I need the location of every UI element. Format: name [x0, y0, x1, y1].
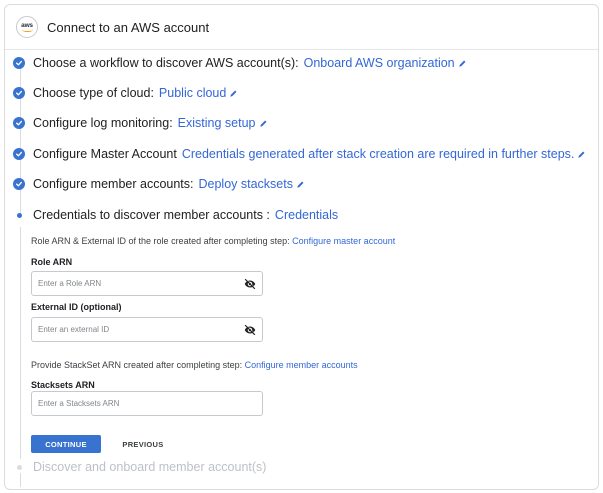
step-value-link[interactable]: Onboard AWS organization [304, 56, 455, 70]
external-id-label: External ID (optional) [31, 302, 122, 312]
role-arn-input[interactable] [32, 272, 232, 295]
step-label: Choose type of cloud: [33, 86, 154, 100]
pending-step-dot-icon [13, 461, 25, 473]
step-workflow: Choose a workflow to discover AWS accoun… [13, 53, 467, 73]
role-help-text: Role ARN & External ID of the role creat… [31, 236, 396, 246]
eye-off-icon[interactable] [244, 324, 256, 336]
role-arn-field[interactable] [31, 271, 263, 296]
continue-button[interactable]: CONTINUE [31, 435, 101, 453]
pencil-icon[interactable] [296, 180, 305, 189]
configure-master-account-link[interactable]: Configure master account [292, 236, 395, 246]
external-id-input[interactable] [32, 318, 232, 341]
configure-member-accounts-link[interactable]: Configure member accounts [245, 360, 358, 370]
step-label: Discover and onboard member account(s) [33, 460, 267, 474]
step-label: Configure log monitoring: [33, 116, 173, 130]
step-log-monitoring: Configure log monitoring: Existing setup [13, 113, 268, 133]
role-arn-label: Role ARN [31, 257, 73, 267]
step-cloud-type: Choose type of cloud: Public cloud [13, 83, 238, 103]
step-discover-onboard: Discover and onboard member account(s) [13, 457, 266, 477]
stacksets-arn-input[interactable] [32, 392, 232, 415]
aws-logo: aws [16, 16, 38, 38]
step-label: Configure member accounts: [33, 177, 194, 191]
check-circle-icon [13, 178, 25, 190]
page-title: Connect to an AWS account [47, 20, 210, 35]
step-credentials: Credentials to discover member accounts … [13, 205, 338, 225]
step-label: Credentials to discover member accounts … [33, 208, 270, 222]
step-value-text: Credentials [274, 208, 339, 222]
external-id-field[interactable] [31, 317, 263, 342]
previous-button[interactable]: PREVIOUS [118, 435, 168, 453]
pencil-icon[interactable] [458, 59, 467, 68]
check-circle-icon [13, 57, 25, 69]
pencil-icon[interactable] [259, 119, 268, 128]
stacksets-arn-label: Stacksets ARN [31, 380, 95, 390]
pencil-icon[interactable] [577, 150, 586, 159]
step-value-link[interactable]: Deploy stacksets [199, 177, 293, 191]
step-label: Choose a workflow to discover AWS accoun… [33, 56, 299, 70]
step-member-accounts: Configure member accounts: Deploy stacks… [13, 174, 305, 194]
aws-smile-icon [21, 28, 33, 32]
active-step-rail [20, 227, 21, 459]
connect-aws-card: aws Connect to an AWS account Choose a w… [4, 4, 599, 490]
check-circle-icon [13, 117, 25, 129]
step-value-link[interactable]: Existing setup [178, 116, 256, 130]
check-circle-icon [13, 87, 25, 99]
active-step-dot-icon [13, 209, 25, 221]
check-circle-icon [13, 148, 25, 160]
step-value-link[interactable]: Public cloud [159, 86, 226, 100]
pencil-icon[interactable] [229, 89, 238, 98]
card-header: aws Connect to an AWS account [5, 5, 598, 50]
step-value-link[interactable]: Credentials generated after stack creati… [182, 147, 575, 161]
stackset-help-text: Provide StackSet ARN created after compl… [31, 360, 358, 370]
stacksets-arn-field[interactable] [31, 391, 263, 416]
eye-off-icon[interactable] [244, 278, 256, 290]
step-master-account: Configure Master Account Credentials gen… [13, 144, 586, 164]
step-label: Configure Master Account [33, 147, 177, 161]
